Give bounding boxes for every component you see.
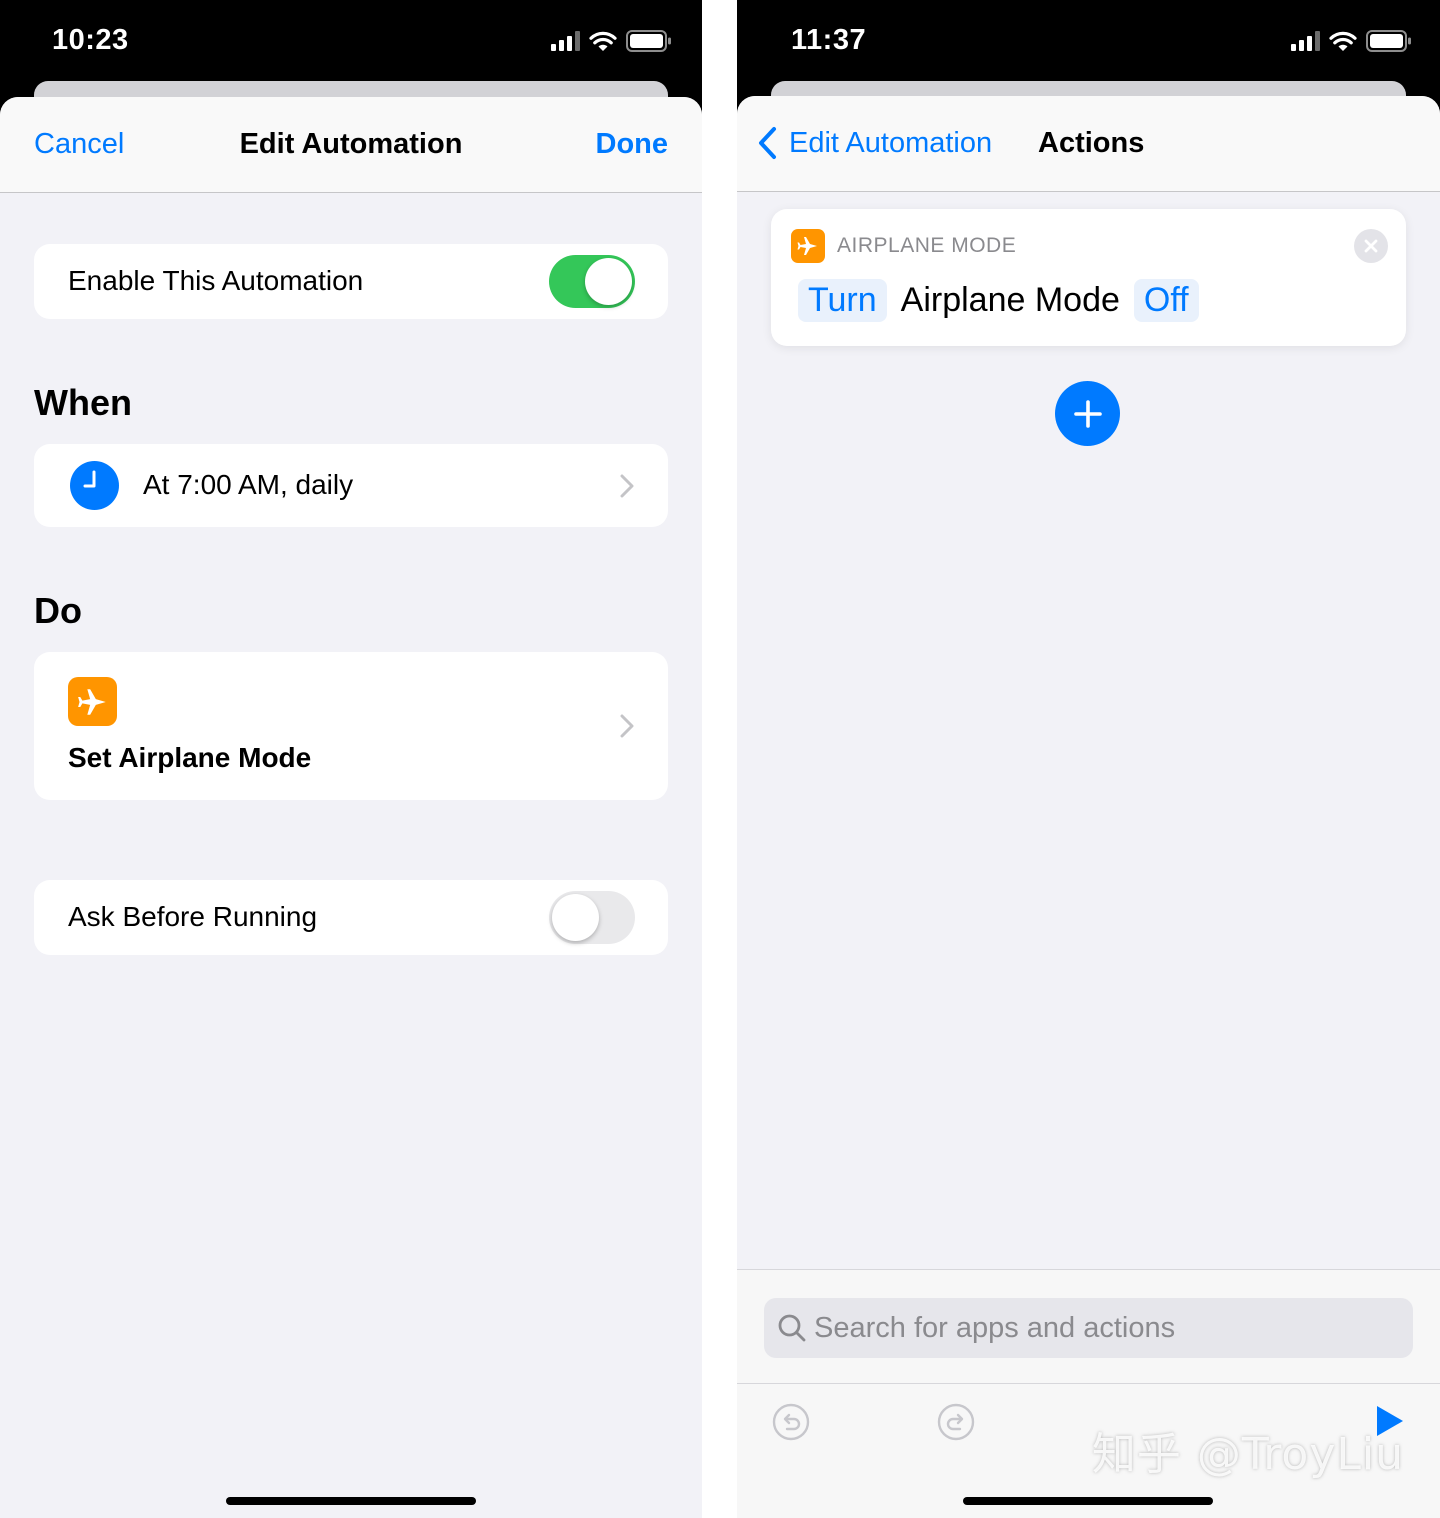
off-parameter-token[interactable]: Off: [1133, 279, 1199, 322]
clock-icon: [70, 461, 119, 510]
wifi-icon: [589, 31, 617, 51]
battery-icon: [1366, 30, 1411, 52]
cellular-signal-icon: [1291, 31, 1320, 51]
trigger-row[interactable]: At 7:00 AM, daily: [34, 444, 668, 527]
battery-icon: [626, 30, 671, 52]
enable-automation-label: Enable This Automation: [68, 265, 364, 296]
status-time: 10:23: [52, 24, 129, 56]
action-category-label: AIRPLANE MODE: [837, 234, 1017, 257]
ask-before-running-row: Ask Before Running: [34, 880, 668, 955]
search-field[interactable]: [764, 1298, 1413, 1358]
home-indicator: [963, 1497, 1213, 1505]
enable-automation-toggle[interactable]: [549, 255, 635, 308]
status-time: 11:37: [791, 24, 867, 56]
do-section-header: Do: [34, 590, 82, 631]
airplane-mode-label: Airplane Mode: [900, 281, 1120, 319]
actions-screen: 11:37 Edit Automation Actions AIRPLANE M…: [737, 0, 1440, 1518]
add-action-button[interactable]: [1055, 381, 1120, 446]
back-button[interactable]: Edit Automation: [757, 126, 992, 160]
watermark: 知乎 @TroyLiu: [1091, 1429, 1404, 1480]
edit-automation-sheet: Cancel Edit Automation Done Enable This …: [0, 97, 702, 1518]
cellular-signal-icon: [551, 31, 580, 51]
search-icon: [778, 1314, 806, 1342]
airplane-mode-action-card[interactable]: AIRPLANE MODE Turn Airplane Mode Off: [771, 209, 1406, 346]
chevron-right-icon: [620, 714, 634, 738]
back-button-label: Edit Automation: [789, 126, 993, 159]
toolbar-divider: [737, 1383, 1440, 1384]
undo-icon[interactable]: [772, 1403, 810, 1441]
plus-icon: [1073, 399, 1102, 428]
airplane-icon: [791, 229, 825, 263]
turn-parameter-token[interactable]: Turn: [798, 279, 887, 322]
navigation-bar: Cancel Edit Automation Done: [0, 97, 702, 193]
action-label: Set Airplane Mode: [68, 742, 312, 773]
action-sentence: Turn Airplane Mode Off: [798, 279, 1199, 322]
when-section-header: When: [34, 382, 132, 423]
status-bar: 11:37: [737, 0, 1440, 82]
search-input[interactable]: [814, 1298, 1374, 1358]
status-bar: 10:23: [0, 0, 702, 82]
navigation-bar: Edit Automation Actions: [737, 96, 1440, 192]
actions-sheet: Edit Automation Actions AIRPLANE MODE Tu…: [737, 96, 1440, 1518]
ask-before-running-label: Ask Before Running: [68, 901, 318, 932]
status-icons: [1291, 30, 1412, 52]
done-button[interactable]: Done: [596, 128, 669, 161]
wifi-icon: [1329, 31, 1357, 51]
close-icon: [1364, 239, 1378, 253]
status-icons: [551, 30, 672, 52]
home-indicator: [226, 1497, 476, 1505]
chevron-left-icon: [759, 127, 776, 159]
action-row[interactable]: Set Airplane Mode: [34, 652, 668, 800]
airplane-icon: [68, 677, 117, 726]
page-title: Actions: [1038, 127, 1145, 159]
edit-automation-screen: 10:23 Cancel Edit Automation Done Enable…: [0, 0, 702, 1518]
trigger-label: At 7:00 AM, daily: [143, 469, 354, 500]
chevron-right-icon: [620, 474, 634, 498]
enable-automation-row: Enable This Automation: [34, 244, 668, 319]
redo-icon[interactable]: [937, 1403, 975, 1441]
remove-action-button[interactable]: [1354, 229, 1388, 263]
ask-before-running-toggle[interactable]: [549, 891, 635, 944]
